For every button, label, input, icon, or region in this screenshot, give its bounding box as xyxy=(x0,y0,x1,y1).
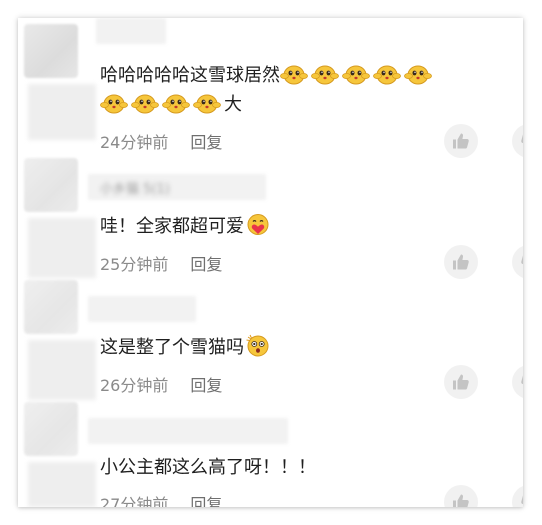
emoji-icon xyxy=(311,62,339,85)
comment-text: 哈哈哈哈哈这雪球居然 xyxy=(100,62,435,90)
emoji-icon xyxy=(131,91,159,114)
dislike-button[interactable] xyxy=(512,365,523,399)
dislike-button[interactable] xyxy=(512,124,523,158)
username-blurred: 小乡猫 5(1) xyxy=(88,174,266,200)
comment-meta: 27分钟前 回复 xyxy=(100,491,222,507)
timestamp: 26分钟前 xyxy=(100,376,169,395)
emoji-icon xyxy=(162,91,190,114)
username-blurred-text: 小乡猫 5(1) xyxy=(100,182,170,197)
comment-body: 小公主都这么高了呀！！！ xyxy=(100,457,316,478)
reply-button[interactable]: 回复 xyxy=(190,495,222,507)
comment-text: 小公主都这么高了呀！！！ xyxy=(100,454,316,482)
comment-text: 哇！全家都超可爱 xyxy=(100,213,275,241)
avatar[interactable] xyxy=(24,280,78,334)
emoji-icon xyxy=(193,91,221,114)
avatar[interactable] xyxy=(24,402,78,456)
blurred-region xyxy=(28,84,96,140)
emoji-icon xyxy=(100,91,128,114)
dislike-button[interactable] xyxy=(512,485,523,507)
blurred-region xyxy=(28,340,96,400)
comment-meta: 26分钟前 回复 xyxy=(100,372,222,396)
dislike-button[interactable] xyxy=(512,245,523,279)
reply-button[interactable]: 回复 xyxy=(190,255,222,274)
emoji-icon xyxy=(342,62,370,85)
thumbs-down-icon xyxy=(519,252,523,272)
emoji-icon xyxy=(280,62,308,85)
like-button[interactable] xyxy=(444,485,478,507)
thumbs-down-icon xyxy=(519,492,523,507)
like-button[interactable] xyxy=(444,365,478,399)
username-blurred xyxy=(88,296,196,322)
comment-tail: 大 xyxy=(224,94,242,115)
comment-text-line2: 大 xyxy=(100,91,242,119)
thumbs-down-icon xyxy=(519,372,523,392)
astonished-emoji-icon xyxy=(246,334,269,357)
comment-body: 哇！全家都超可爱 xyxy=(100,216,244,237)
timestamp: 27分钟前 xyxy=(100,495,169,507)
thumbs-up-icon xyxy=(451,131,471,151)
comment-list: 哈哈哈哈哈这雪球居然 大 24分钟前 回复 小乡猫 5(1) 哇！全家都超可爱 2… xyxy=(18,18,523,507)
thumbs-up-icon xyxy=(451,372,471,392)
comment-meta: 25分钟前 回复 xyxy=(100,251,222,275)
timestamp: 25分钟前 xyxy=(100,255,169,274)
blurred-region xyxy=(28,218,96,278)
comment-meta: 24分钟前 回复 xyxy=(100,129,222,153)
reply-button[interactable]: 回复 xyxy=(190,376,222,395)
like-button[interactable] xyxy=(444,124,478,158)
username-blurred xyxy=(88,418,288,444)
heart-hug-emoji-icon xyxy=(247,214,269,235)
comment-text: 这是整了个雪猫吗 xyxy=(100,334,275,362)
emoji-icon xyxy=(373,62,401,85)
thumbs-down-icon xyxy=(519,131,523,151)
timestamp: 24分钟前 xyxy=(100,133,169,152)
thumbs-up-icon xyxy=(451,492,471,507)
thumbs-up-icon xyxy=(451,252,471,272)
username-blurred xyxy=(96,18,166,44)
like-button[interactable] xyxy=(444,245,478,279)
comment-body: 哈哈哈哈哈这雪球居然 xyxy=(100,65,280,86)
avatar[interactable] xyxy=(24,24,78,78)
avatar[interactable] xyxy=(24,158,78,212)
reply-button[interactable]: 回复 xyxy=(190,133,222,152)
comment-body: 这是整了个雪猫吗 xyxy=(100,337,244,358)
emoji-icon xyxy=(404,62,432,85)
blurred-region xyxy=(28,462,96,507)
